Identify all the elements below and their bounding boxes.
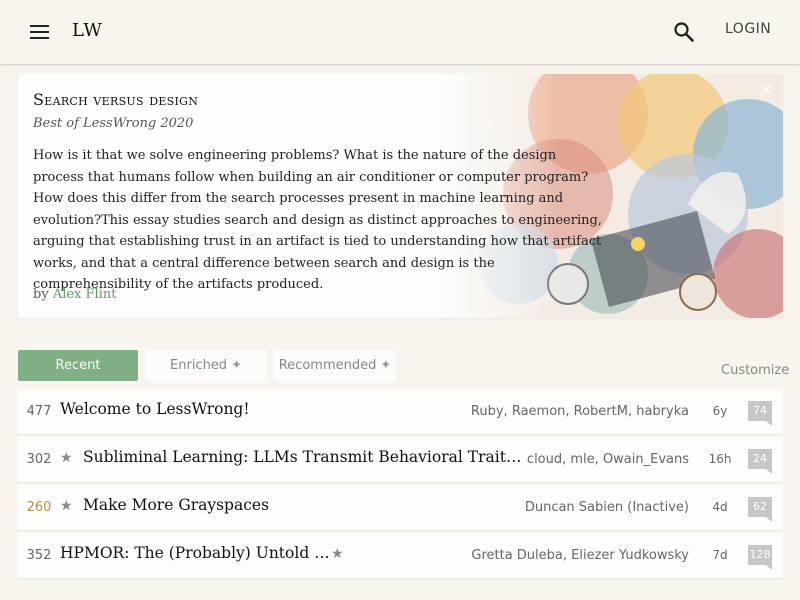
post-age: 4d [712,500,728,514]
post-item[interactable]: 352 HPMOR: The (Probably) Untold Lore ★ … [18,533,783,579]
star-icon: ★ [331,546,344,562]
top-header: LW LOGIN [0,0,800,65]
search-icon[interactable] [673,21,695,43]
karma-score: 352 [26,548,52,563]
post-title[interactable]: Subliminal Learning: LLMs Transmit Behav… [83,448,528,466]
byline-prefix: by [33,287,49,302]
karma-score: 260 [26,500,52,515]
spotlight-author-link[interactable]: Alex Flint [53,287,117,302]
post-age: 16h [708,452,732,466]
tab-recent[interactable]: Recent [18,350,138,381]
spotlight-subtitle[interactable]: Best of LessWrong 2020 [33,116,193,131]
spotlight-byline: by Alex Flint [33,287,116,302]
spotlight-title[interactable]: Search versus design [33,90,198,109]
star-icon: ★ [60,498,73,514]
post-authors[interactable]: Ruby, Raemon, RobertM, habryka [471,404,689,419]
post-item[interactable]: 477 Welcome to LessWrong! Ruby, Raemon, … [18,389,783,435]
post-title[interactable]: Make More Grayspaces [83,496,483,514]
post-title[interactable]: HPMOR: The (Probably) Untold Lore [60,544,330,562]
comment-count-icon[interactable]: 24 [748,449,772,474]
tab-recommended[interactable]: Recommended ✦ [274,350,396,381]
close-icon[interactable]: × [756,80,776,100]
star-icon: ★ [60,450,73,466]
post-item[interactable]: 260 ★ Make More Grayspaces Duncan Sabien… [18,485,783,531]
spotlight-description: How is it that we solve engineering prob… [33,148,602,292]
post-authors[interactable]: Duncan Sabien (Inactive) [525,500,689,515]
post-title[interactable]: Welcome to LessWrong! [60,400,480,418]
post-item[interactable]: 302 ★ Subliminal Learning: LLMs Transmit… [18,437,783,483]
sparkle-icon: ✦ [380,358,392,373]
customize-link[interactable]: Customize [721,363,789,378]
comment-count-icon[interactable]: 74 [748,401,772,426]
post-age: 7d [712,548,728,562]
karma-score: 302 [26,452,52,467]
sparkle-icon: ✦ [231,358,242,373]
post-authors[interactable]: Gretta Duleba, Eliezer Yudkowsky [471,548,689,563]
site-logo[interactable]: LW [72,20,103,41]
post-authors[interactable]: cloud, mle, Owain_Evans [527,452,689,467]
login-button[interactable]: LOGIN [725,21,771,37]
tab-enriched-label: Enriched [170,358,228,373]
hamburger-menu-icon[interactable] [30,24,50,40]
tab-enriched[interactable]: Enriched ✦ [146,350,266,381]
karma-score: 477 [26,404,52,419]
tab-recent-label: Recent [55,358,101,373]
tab-recommended-label: Recommended [278,358,377,373]
post-age: 6y [712,404,728,418]
spotlight-card[interactable]: Search versus design Best of LessWrong 2… [18,74,783,318]
comment-count-icon[interactable]: 62 [748,497,772,522]
comment-count-icon[interactable]: 128 [748,545,772,570]
